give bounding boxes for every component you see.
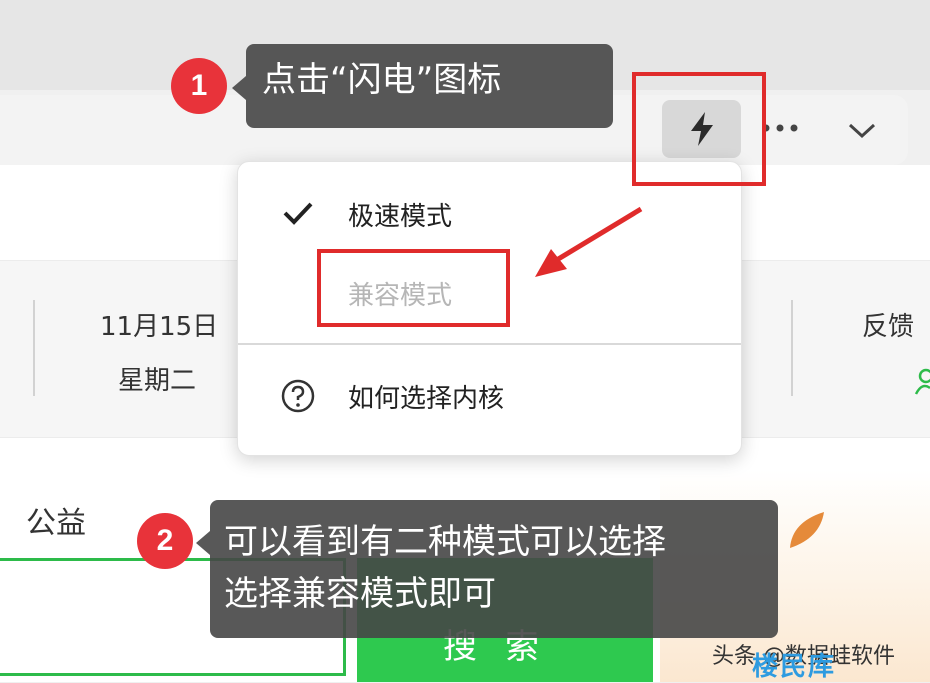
divider	[33, 300, 35, 396]
step-badge: 2	[137, 513, 193, 569]
leaf-icon	[790, 512, 824, 548]
more-dots-icon	[762, 124, 798, 132]
menu-separator	[238, 343, 741, 345]
tooltip-step2: 可以看到有二种模式可以选择 选择兼容模式即可	[210, 500, 778, 638]
help-icon	[281, 379, 315, 413]
check-icon	[283, 202, 313, 225]
tooltip-text: 点击“闪电”图标	[262, 60, 502, 100]
more-options-button[interactable]	[760, 112, 800, 144]
dropdown-button[interactable]	[840, 110, 884, 150]
user-icon	[914, 368, 930, 395]
chevron-down-icon	[848, 123, 876, 139]
step-badge: 1	[171, 58, 227, 114]
menu-item-speed-mode[interactable]: 极速模式	[348, 196, 452, 233]
tooltip-text: 选择兼容模式即可	[224, 574, 496, 614]
tooltip-caret	[232, 76, 246, 100]
tooltip-text: 可以看到有二种模式可以选择	[224, 522, 666, 562]
red-arrow-icon	[535, 206, 643, 277]
gongyi-link[interactable]: 公益	[26, 498, 86, 542]
divider	[791, 300, 793, 396]
highlight-box-flash	[632, 72, 766, 186]
date-text: 11月15日	[100, 312, 219, 342]
highlight-box-compat	[317, 249, 510, 327]
watermark-logo: 楼民库	[752, 652, 837, 682]
weekday-text: 星期二	[118, 366, 197, 396]
tooltip-step1: 点击“闪电”图标	[246, 44, 613, 128]
feedback-link[interactable]: 反馈	[862, 306, 914, 343]
menu-item-how-to-choose[interactable]: 如何选择内核	[348, 378, 504, 415]
tooltip-caret	[196, 531, 210, 555]
